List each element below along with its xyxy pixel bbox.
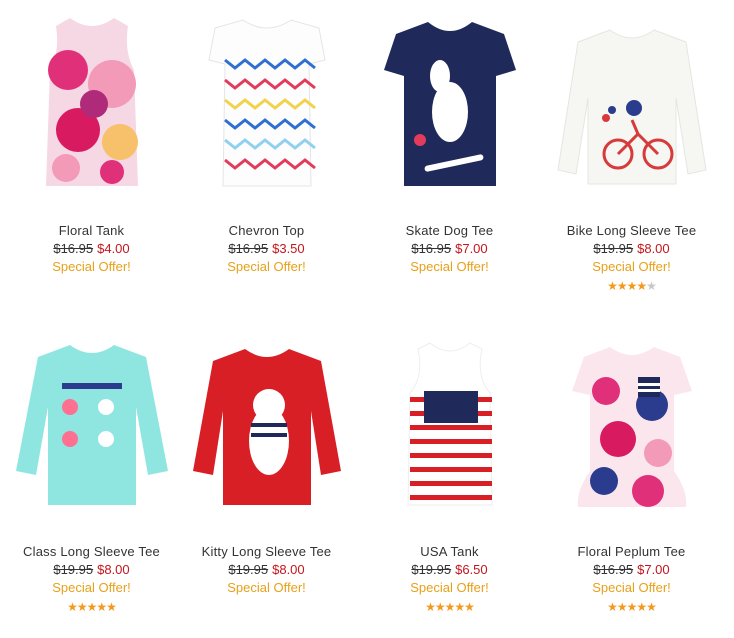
special-offer-label[interactable]: Special Offer! [540,580,723,595]
original-price: $19.95 [411,562,452,577]
product-prices: $16.95 $3.50 [175,241,358,256]
original-price: $19.95 [228,562,269,577]
original-price: $16.95 [593,562,634,577]
product-name[interactable]: Floral Tank [0,223,183,238]
original-price: $16.95 [228,241,269,256]
original-price: $16.95 [411,241,452,256]
product-card[interactable]: USA Tank $19.95 $6.50 Special Offer! ★★★★… [358,321,541,621]
sale-price: $7.00 [637,562,670,577]
product-image-kitty-long-sleeve-tee[interactable] [183,321,350,511]
rating-stars: ★★★★★ [358,600,541,614]
rating-stars: ★★★★★ [540,600,723,614]
product-card[interactable]: Floral Tank $16.95 $4.00 Special Offer! [0,0,183,300]
star-icon: ★★★★★ [607,600,657,614]
original-price: $19.95 [593,241,634,256]
special-offer-label[interactable]: Special Offer! [358,580,541,595]
product-image-class-long-sleeve-tee[interactable] [8,321,175,511]
original-price: $19.95 [53,562,94,577]
product-grid: Floral Tank $16.95 $4.00 Special Offer! C… [0,0,734,638]
product-name[interactable]: Floral Peplum Tee [540,544,723,559]
sale-price: $8.00 [97,562,130,577]
product-card[interactable]: Bike Long Sleeve Tee $19.95 $8.00 Special… [540,0,723,300]
product-image-skate-dog-tee[interactable] [366,0,533,190]
sale-price: $3.50 [272,241,305,256]
special-offer-label[interactable]: Special Offer! [540,259,723,274]
special-offer-label[interactable]: Special Offer! [175,259,358,274]
special-offer-label[interactable]: Special Offer! [358,259,541,274]
product-prices: $19.95 $8.00 [0,562,183,577]
product-prices: $16.95 $7.00 [358,241,541,256]
product-prices: $19.95 $8.00 [175,562,358,577]
product-name[interactable]: USA Tank [358,544,541,559]
star-icon: ★★★★★ [67,600,117,614]
product-name[interactable]: Bike Long Sleeve Tee [540,223,723,238]
sale-price: $6.50 [455,562,488,577]
star-half-icon: ★ [646,279,657,293]
product-prices: $16.95 $7.00 [540,562,723,577]
special-offer-label[interactable]: Special Offer! [0,259,183,274]
rating-stars: ★★★★★ [0,600,183,614]
product-name[interactable]: Kitty Long Sleeve Tee [175,544,358,559]
product-image-bike-long-sleeve-tee[interactable] [548,0,715,190]
product-card[interactable]: Skate Dog Tee $16.95 $7.00 Special Offer! [358,0,541,300]
rating-stars: ★★★★★ [540,279,723,293]
product-image-usa-tank[interactable] [366,321,533,511]
product-prices: $19.95 $8.00 [540,241,723,256]
original-price: $16.95 [53,241,94,256]
product-card[interactable]: Kitty Long Sleeve Tee $19.95 $8.00 Specia… [175,321,358,621]
product-card[interactable]: Class Long Sleeve Tee $19.95 $8.00 Specia… [0,321,183,621]
product-card[interactable]: Floral Peplum Tee $16.95 $7.00 Special Of… [540,321,723,621]
product-card[interactable]: Chevron Top $16.95 $3.50 Special Offer! [175,0,358,300]
sale-price: $4.00 [97,241,130,256]
sale-price: $7.00 [455,241,488,256]
product-image-chevron-top[interactable] [183,0,350,190]
product-prices: $19.95 $6.50 [358,562,541,577]
star-icon: ★★★★★ [425,600,475,614]
sale-price: $8.00 [272,562,305,577]
product-image-floral-tank[interactable] [8,0,175,190]
product-name[interactable]: Skate Dog Tee [358,223,541,238]
product-image-floral-peplum-tee[interactable] [548,321,715,511]
product-name[interactable]: Class Long Sleeve Tee [0,544,183,559]
special-offer-label[interactable]: Special Offer! [0,580,183,595]
sale-price: $8.00 [637,241,670,256]
product-name[interactable]: Chevron Top [175,223,358,238]
product-prices: $16.95 $4.00 [0,241,183,256]
special-offer-label[interactable]: Special Offer! [175,580,358,595]
star-icon: ★★★★ [607,279,647,293]
